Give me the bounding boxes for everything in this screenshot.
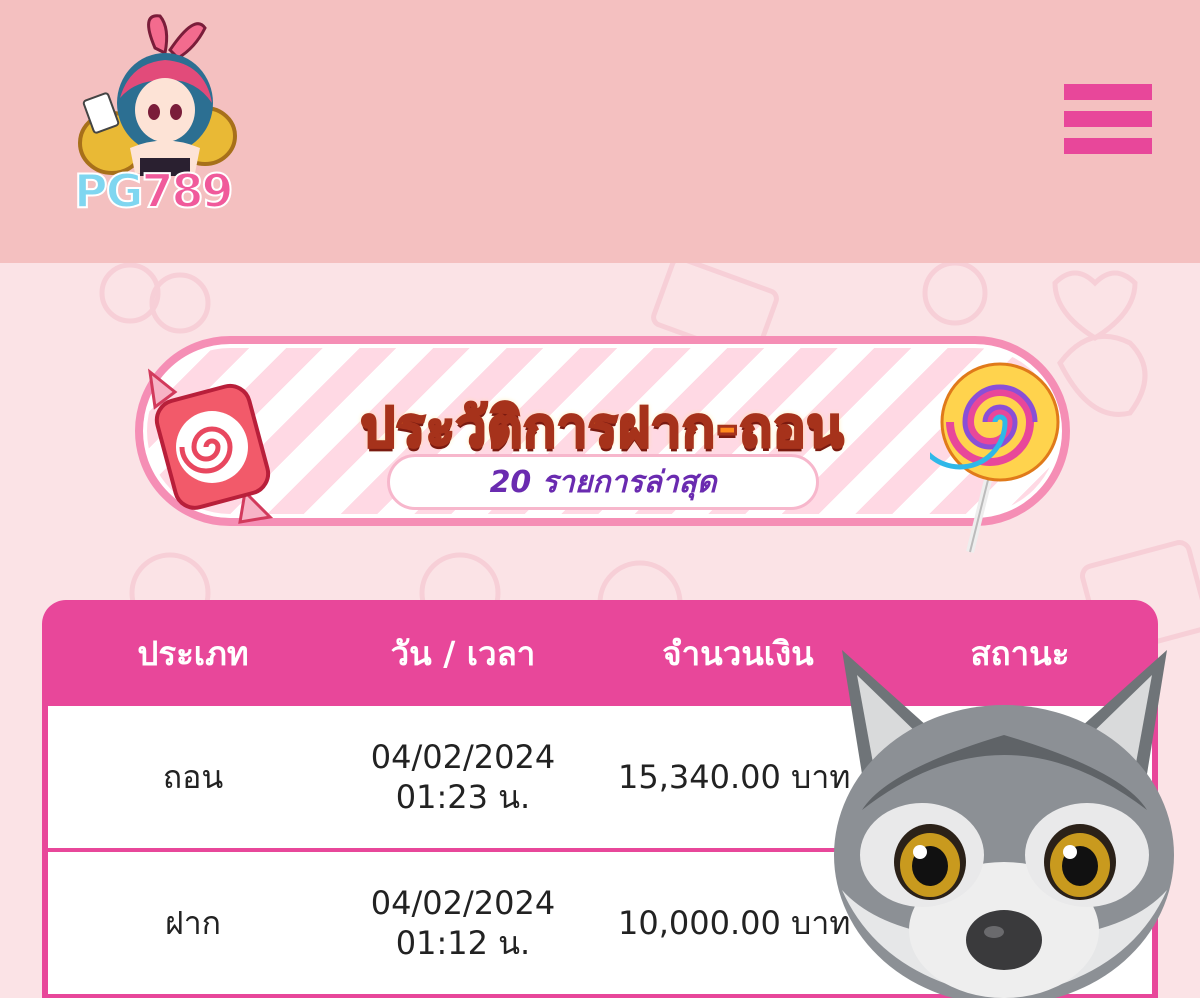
wolf-avatar-icon [834, 650, 1174, 998]
column-header-datetime: วัน / เวลา [390, 633, 536, 673]
cell-datetime: 04/02/2024 01:23 น. [338, 737, 588, 817]
lollipop-icon [930, 362, 1060, 553]
menu-bar [1064, 138, 1152, 154]
cell-datetime: 04/02/2024 01:12 น. [338, 883, 588, 963]
cell-time: 01:23 น. [395, 778, 531, 816]
history-banner: ประวัติการฝาก-ถอน 20 รายการล่าสุด [135, 332, 1070, 553]
cell-type: ฝาก [164, 904, 222, 942]
banner-subtitle: 20 รายการล่าสุด [387, 454, 819, 510]
cell-date: 04/02/2024 [370, 738, 556, 776]
pg789-logo[interactable]: PG789 [70, 8, 240, 223]
menu-bar [1064, 111, 1152, 127]
menu-bar [1064, 84, 1152, 100]
cell-date: 04/02/2024 [370, 884, 556, 922]
logo-text: PG789 [73, 164, 235, 218]
cell-type: ถอน [162, 758, 224, 796]
column-header-type: ประเภท [137, 633, 249, 673]
hamburger-menu-icon[interactable] [1064, 84, 1152, 154]
top-header: PG789 [0, 0, 1200, 263]
cell-time: 01:12 น. [395, 924, 531, 962]
